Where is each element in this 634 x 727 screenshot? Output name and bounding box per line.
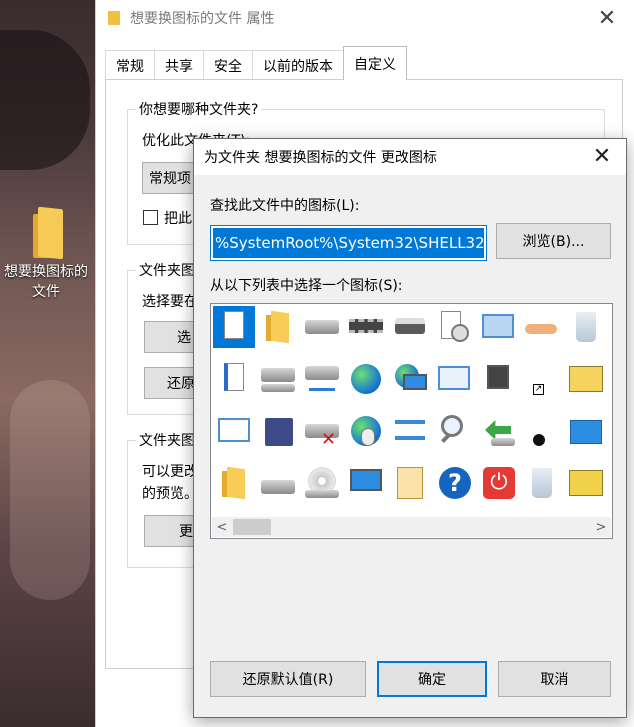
dialog-title: 为文件夹 想要换图标的文件 更改图标	[204, 150, 437, 166]
folder-icon	[108, 11, 120, 25]
checkbox-label: 把此	[164, 211, 192, 227]
blue-screen-icon[interactable]	[565, 410, 607, 452]
tab-previous-versions[interactable]: 以前的版本	[252, 50, 344, 80]
application-window-icon[interactable]	[213, 410, 255, 452]
clock-small-icon[interactable]	[521, 410, 563, 452]
browse-button[interactable]: 浏览(B)...	[496, 223, 611, 259]
network-globe-icon[interactable]	[389, 358, 431, 400]
select-icon-label: 从以下列表中选择一个图标(S):	[210, 278, 403, 294]
internet-globe-icon[interactable]	[345, 358, 387, 400]
arrow-drive-icon[interactable]	[477, 410, 519, 452]
cancel-button[interactable]: 取消	[498, 661, 611, 697]
grid-document-icon[interactable]	[389, 462, 431, 504]
group-title: 你想要哪种文件夹?	[136, 99, 262, 119]
desktop-folder-label: 想要换图标的文件	[4, 264, 88, 300]
network-drive2-icon[interactable]	[301, 358, 343, 400]
desktop-wallpaper	[0, 0, 100, 727]
drive-icon[interactable]	[301, 306, 343, 348]
network-nodes-icon[interactable]	[389, 410, 431, 452]
wallpaper-shape	[10, 380, 90, 600]
dialog-titlebar: 为文件夹 想要换图标的文件 更改图标	[194, 139, 626, 175]
printer-icon[interactable]	[389, 306, 431, 348]
folder-small-icon[interactable]	[213, 462, 255, 504]
scroll-right-icon[interactable]: >	[591, 517, 611, 537]
tools-icon[interactable]	[565, 462, 607, 504]
tab-customize[interactable]: 自定义	[343, 46, 407, 80]
shortcut-arrow-icon[interactable]: ↗	[521, 358, 563, 400]
scrollbar-thumb[interactable]	[233, 519, 271, 535]
help-icon[interactable]: ?	[433, 462, 475, 504]
tab-strip: 常规 共享 安全 以前的版本 自定义	[105, 46, 407, 80]
globe-mouse-icon[interactable]	[345, 410, 387, 452]
blank-document-icon[interactable]	[213, 306, 255, 348]
hard-drive-icon[interactable]	[257, 462, 299, 504]
power-icon[interactable]: ⏻	[477, 462, 519, 504]
disconnected-drive-icon[interactable]: ✕	[301, 410, 343, 452]
recycle-bin-full-icon[interactable]	[565, 306, 607, 348]
desktop-folder-shortcut[interactable]: 想要换图标的文件	[0, 206, 92, 302]
clock-document-icon[interactable]	[433, 306, 475, 348]
tab-sharing[interactable]: 共享	[154, 50, 204, 80]
icon-file-path-value: %SystemRoot%\System32\SHELL32.dll	[213, 228, 486, 258]
tools-folder-icon[interactable]	[565, 358, 607, 400]
text-document-icon[interactable]	[213, 358, 255, 400]
control-panel-icon[interactable]	[433, 358, 475, 400]
search-icon[interactable]	[433, 410, 475, 452]
network-drive-icon[interactable]	[257, 358, 299, 400]
properties-title: 想要换图标的文件 属性	[130, 11, 275, 27]
floppy-icon[interactable]	[257, 410, 299, 452]
share-hand-icon[interactable]	[521, 306, 563, 348]
window-icon[interactable]	[477, 306, 519, 348]
group-text: 选择要在	[142, 294, 198, 310]
group-title: 文件夹图	[136, 260, 198, 280]
media-icon[interactable]	[477, 358, 519, 400]
find-icons-label: 查找此文件中的图标(L):	[210, 198, 360, 214]
memory-chip-icon[interactable]	[345, 306, 387, 348]
group-text: 的预览。	[142, 486, 198, 502]
restore-defaults-button[interactable]: 还原默认值(R)	[210, 661, 366, 697]
folder-icon[interactable]	[257, 306, 299, 348]
close-button[interactable]: ✕	[594, 6, 620, 31]
scroll-left-icon[interactable]: <	[212, 517, 232, 537]
group-title: 文件夹图	[136, 430, 198, 450]
tab-general[interactable]: 常规	[105, 50, 155, 80]
tab-security[interactable]: 安全	[203, 50, 253, 80]
properties-titlebar: 想要换图标的文件 属性	[96, 0, 634, 36]
computer-icon[interactable]	[345, 462, 387, 504]
cd-drive-icon[interactable]	[301, 462, 343, 504]
icon-list[interactable]: ↗ ✕ ? ⏻ < >	[210, 303, 613, 539]
recycle-bin-icon[interactable]	[521, 462, 563, 504]
group-text: 可以更改	[142, 464, 198, 480]
wallpaper-shape	[0, 30, 90, 170]
folder-icon	[29, 206, 63, 260]
apply-subfolders-checkbox[interactable]	[143, 210, 158, 225]
dialog-close-button[interactable]: ✕	[590, 144, 614, 169]
change-icon-dialog: 为文件夹 想要换图标的文件 更改图标 ✕ 查找此文件中的图标(L): %Syst…	[193, 138, 627, 718]
horizontal-scrollbar[interactable]: < >	[212, 517, 611, 537]
icon-file-path-input[interactable]: %SystemRoot%\System32\SHELL32.dll	[210, 225, 487, 261]
ok-button[interactable]: 确定	[377, 661, 487, 697]
